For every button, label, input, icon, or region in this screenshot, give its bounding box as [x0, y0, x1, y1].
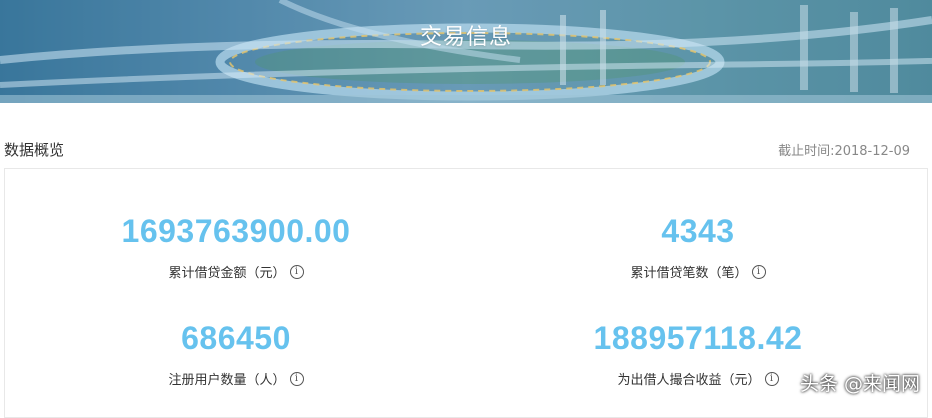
stat-label: 累计借贷笔数（笔） [630, 262, 747, 281]
overview-title: 数据概览 [4, 139, 64, 160]
stat-label-row: 为出借人撮合收益（元） i [617, 369, 778, 388]
stat-value: 188957118.42 [488, 320, 908, 357]
info-icon[interactable]: i [290, 265, 304, 279]
stat-total-loan-count: 4343 累计借贷笔数（笔） i [488, 213, 908, 281]
stat-value: 4343 [488, 213, 908, 250]
stat-label-row: 累计借贷笔数（笔） i [630, 262, 765, 281]
cutoff-time: 截止时间:2018-12-09 [778, 140, 910, 159]
highway-interchange-illustration [0, 0, 932, 103]
stat-value: 1693763900.00 [26, 213, 446, 250]
stat-label-row: 累计借贷金额（元） i [168, 262, 303, 281]
hero-banner: 交易信息 [0, 0, 932, 103]
info-icon[interactable]: i [290, 372, 304, 386]
stat-label-row: 注册用户数量（人） i [168, 369, 303, 388]
stat-total-loan-amount: 1693763900.00 累计借贷金额（元） i [26, 213, 446, 281]
stat-label: 累计借贷金额（元） [168, 262, 285, 281]
stat-registered-users: 686450 注册用户数量（人） i [26, 320, 446, 388]
stat-label: 为出借人撮合收益（元） [617, 369, 760, 388]
stat-value: 686450 [26, 320, 446, 357]
page-title: 交易信息 [0, 19, 932, 51]
info-icon[interactable]: i [765, 372, 779, 386]
watermark: 头条 @来闻网 [800, 369, 920, 396]
stat-label: 注册用户数量（人） [168, 369, 285, 388]
info-icon[interactable]: i [752, 265, 766, 279]
